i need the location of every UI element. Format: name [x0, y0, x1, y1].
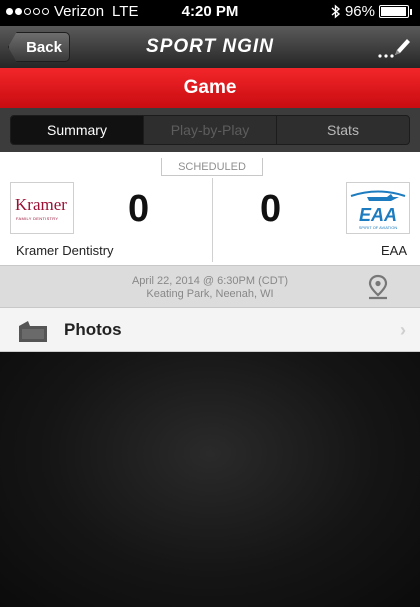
game-status-label: SCHEDULED — [178, 160, 246, 173]
photos-folder-icon — [19, 321, 47, 342]
tab-summary-label: Summary — [47, 122, 107, 138]
edit-pencil-icon[interactable] — [376, 34, 412, 60]
content-area — [0, 352, 420, 607]
battery-icon — [379, 5, 409, 18]
bluetooth-icon — [331, 4, 341, 19]
tab-stats[interactable]: Stats — [277, 116, 409, 144]
map-pin-icon[interactable] — [366, 274, 390, 300]
game-location: Keating Park, Neenah, WI — [146, 288, 274, 300]
game-status-badge: SCHEDULED — [161, 158, 263, 176]
home-team-score: 0 — [128, 188, 150, 230]
home-team-name: Kramer Dentistry — [16, 243, 114, 258]
status-right: 96% — [331, 3, 412, 20]
tab-summary[interactable]: Summary — [11, 116, 144, 144]
home-logo-text: Kramer — [15, 195, 67, 214]
eaa-logo-graphic: EAA SPIRIT OF AVIATION — [350, 190, 406, 230]
battery-fill — [381, 7, 406, 16]
brand-name: SPORT NGIN — [146, 36, 274, 57]
photos-row[interactable]: Photos › — [0, 308, 420, 352]
page-title: Game — [183, 77, 237, 98]
home-team-logo: Kramer FAMILY DENTISTRY — [10, 182, 74, 234]
status-bar: Verizon LTE 4:20 PM 96% — [0, 0, 420, 26]
away-team-logo: EAA SPIRIT OF AVIATION — [346, 182, 410, 234]
tab-play-by-play: Play-by-Play — [144, 116, 277, 144]
navigation-bar: Back SPORT NGIN — [0, 26, 420, 68]
brand-logo: SPORT NGIN — [0, 36, 420, 58]
photos-label: Photos — [64, 320, 122, 339]
away-team-score: 0 — [260, 188, 282, 230]
battery-tip — [410, 8, 412, 15]
game-info-bar[interactable]: April 22, 2014 @ 6:30PM (CDT) Keating Pa… — [0, 265, 420, 308]
tab-stats-label: Stats — [327, 122, 359, 138]
away-logo-text: EAA — [359, 205, 397, 225]
battery-percent: 96% — [344, 3, 375, 20]
chevron-right-icon: › — [400, 320, 406, 340]
tab-bar: Summary Play-by-Play Stats — [0, 108, 420, 152]
away-team-name: EAA — [380, 243, 407, 258]
home-logo-subtext: FAMILY DENTISTRY — [16, 216, 59, 221]
segmented-control: Summary Play-by-Play Stats — [10, 115, 410, 145]
tab-play-by-play-label: Play-by-Play — [170, 122, 250, 138]
page-title-bar: Game — [0, 68, 420, 108]
away-logo-subtext: SPIRIT OF AVIATION — [359, 225, 398, 230]
game-scoreboard: SCHEDULED Kramer FAMILY DENTISTRY 0 Kram… — [0, 152, 420, 265]
game-date: April 22, 2014 @ 6:30PM (CDT) — [131, 275, 289, 287]
scoreboard-divider — [212, 178, 213, 262]
